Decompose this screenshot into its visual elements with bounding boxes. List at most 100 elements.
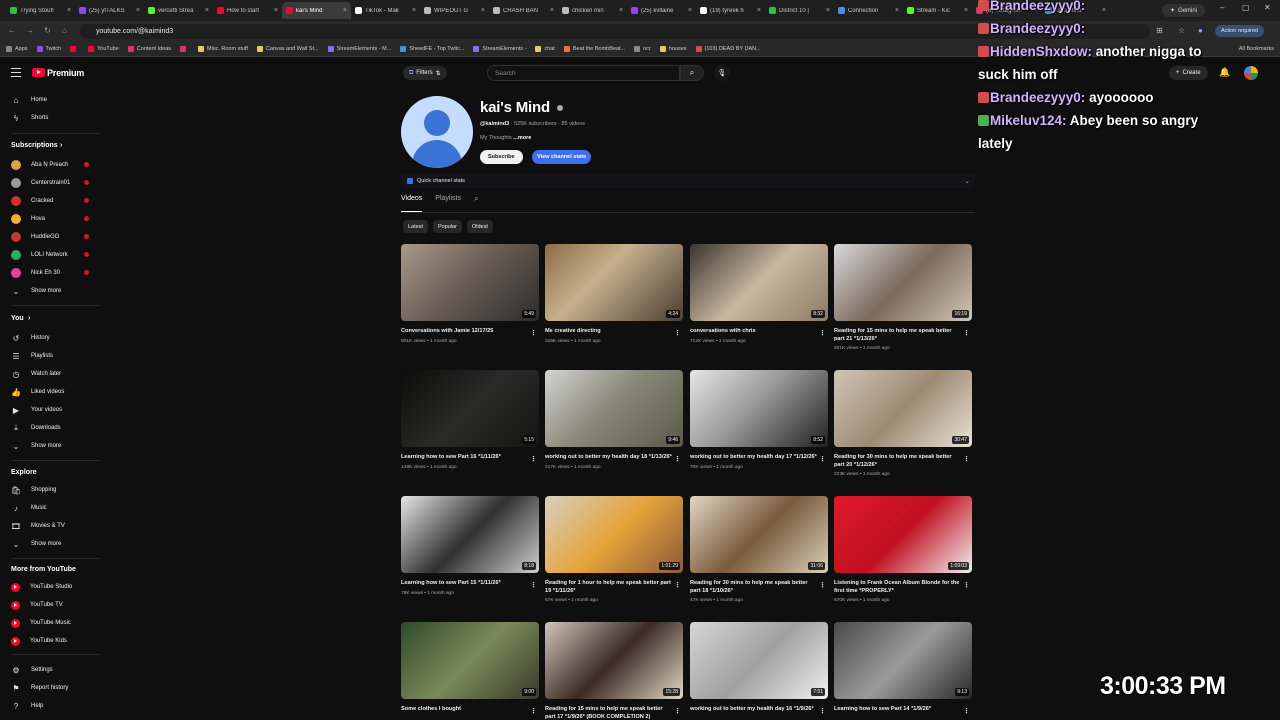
sidebar-item-more[interactable]: YouTube Music: [0, 615, 100, 631]
more-options-icon[interactable]: ⋮: [963, 455, 970, 463]
back-icon[interactable]: ←: [8, 26, 16, 35]
bookmark-item[interactable]: (103) DEAD BY DAN...: [695, 46, 761, 52]
bookmark-item[interactable]: Beat the BombBeat...: [563, 46, 625, 52]
bookmark-item[interactable]: Canvas and Wall St...: [256, 46, 319, 52]
video-card[interactable]: 1:01:29 Reading for 1 hour to help me spe…: [545, 496, 683, 603]
video-title[interactable]: Learning how to sew Part 16 *1/11/26*: [401, 454, 529, 462]
tab-close-icon[interactable]: ×: [688, 7, 692, 14]
sidebar-item-more[interactable]: YouTube TV: [0, 597, 100, 613]
chip-popular[interactable]: Popular: [432, 220, 462, 233]
chevron-down-icon[interactable]: ⌄: [964, 177, 970, 185]
sidebar-item-more[interactable]: YouTube Kids: [0, 633, 100, 649]
you-header[interactable]: You: [11, 315, 24, 322]
bookmark-item[interactable]: [180, 46, 189, 52]
sidebar-show-more[interactable]: ⌄ Show more: [0, 283, 100, 299]
bookmark-item[interactable]: [70, 46, 79, 52]
bookmark-item[interactable]: SheedFE - Top Twitc...: [400, 46, 464, 52]
video-thumbnail[interactable]: 1:01:29: [545, 496, 683, 573]
video-title[interactable]: working out to better my health day 17 *…: [690, 454, 818, 462]
browser-tab[interactable]: (25) ytTALKS ×: [75, 2, 144, 19]
tab-close-icon[interactable]: ×: [205, 7, 209, 14]
sidebar-item-shorts[interactable]: ϟ Shorts: [0, 110, 100, 126]
more-options-icon[interactable]: ⋮: [674, 581, 681, 589]
bookmark-item[interactable]: chat: [535, 46, 555, 52]
video-card[interactable]: 8:32 conversations with chris 712K views •…: [690, 244, 828, 344]
browser-tab[interactable]: Connection ×: [834, 2, 903, 19]
more-options-icon[interactable]: ⋮: [819, 329, 826, 337]
subscribe-button[interactable]: Subscribe: [480, 150, 523, 164]
bookmark-item[interactable]: ocr: [634, 46, 651, 52]
sidebar-item-you[interactable]: ☰ Playlists: [0, 348, 100, 364]
sidebar-item-footer[interactable]: ⚑ Report history: [0, 680, 100, 696]
more-options-icon[interactable]: ⋮: [530, 581, 537, 589]
video-card[interactable]: 8:52 working out to better my health day …: [690, 370, 828, 470]
browser-tab[interactable]: Stream - Kic ×: [903, 2, 972, 19]
video-title[interactable]: Learning how to sew Part 14 *1/9/26*: [834, 706, 962, 714]
video-thumbnail[interactable]: 9:00: [401, 622, 539, 699]
more-options-icon[interactable]: ⋮: [819, 455, 826, 463]
tab-close-icon[interactable]: ×: [826, 7, 830, 14]
search-input[interactable]: Search: [487, 65, 680, 81]
video-title[interactable]: Listening to Frank Ocean Album Blonde fo…: [834, 580, 962, 595]
browser-tab[interactable]: chicken min ×: [558, 2, 627, 19]
more-options-icon[interactable]: ⋮: [963, 329, 970, 337]
more-options-icon[interactable]: ⋮: [530, 455, 537, 463]
video-title[interactable]: working out to better my health day 16 *…: [690, 706, 818, 714]
tab-close-icon[interactable]: ×: [343, 7, 347, 14]
bookmark-item[interactable]: StreamElements - M...: [327, 46, 391, 52]
tab-close-icon[interactable]: ×: [481, 7, 485, 14]
sidebar-item-you[interactable]: ↺ History: [0, 330, 100, 346]
more-options-icon[interactable]: ⋮: [963, 581, 970, 589]
tab-close-icon[interactable]: ×: [412, 7, 416, 14]
quick-channel-stats-bar[interactable]: Quick channel stats ⌄: [401, 173, 975, 188]
explore-header[interactable]: Explore: [11, 469, 37, 476]
video-card[interactable]: 31:06 Reading for 30 mins to help me spea…: [690, 496, 828, 603]
sidebar-item-you[interactable]: 👍 Liked videos: [0, 384, 100, 400]
sidebar-item-footer[interactable]: ? Help: [0, 698, 100, 714]
chevron-right-icon[interactable]: ›: [28, 315, 30, 322]
browser-tab[interactable]: Trying Stouf! ×: [6, 2, 75, 19]
video-title[interactable]: Reading for 30 mins to help me speak bet…: [690, 580, 818, 595]
bookmark-item[interactable]: Apps: [6, 46, 28, 52]
video-thumbnail[interactable]: 5:15: [401, 370, 539, 447]
video-thumbnail[interactable]: 8:52: [690, 370, 828, 447]
bookmark-item[interactable]: Twitch: [36, 46, 61, 52]
view-channel-stats-button[interactable]: View channel stats: [532, 150, 592, 164]
sidebar-item-footer[interactable]: ⚙ Settings: [0, 662, 100, 678]
channel-search-icon[interactable]: ⌕: [474, 194, 478, 212]
video-title[interactable]: conversations with chris: [690, 328, 818, 336]
tab-close-icon[interactable]: ×: [757, 7, 761, 14]
browser-tab[interactable]: (19) tyreek h ×: [696, 2, 765, 19]
video-card[interactable]: 5:49 Conversations with Jamie 12/17/25 801…: [401, 244, 539, 344]
bookmark-item[interactable]: Content Ideas: [127, 46, 171, 52]
video-thumbnail[interactable]: 8:18: [401, 496, 539, 573]
tab-close-icon[interactable]: ×: [964, 7, 968, 14]
chevron-right-icon[interactable]: ›: [60, 142, 62, 149]
chip-oldest[interactable]: Oldest: [466, 220, 493, 233]
channel-description[interactable]: My Thoughts ...more: [480, 135, 531, 141]
video-thumbnail[interactable]: 9:46: [545, 370, 683, 447]
more-from-youtube-header[interactable]: More from YouTube: [11, 566, 76, 573]
sidebar-item-you[interactable]: ▶ Your videos: [0, 402, 100, 418]
video-thumbnail[interactable]: 31:06: [690, 496, 828, 573]
premium-logo-text[interactable]: Premium: [47, 68, 84, 78]
video-thumbnail[interactable]: 16:19: [834, 244, 972, 321]
sidebar-item-home[interactable]: ⌂ Home: [0, 92, 100, 108]
video-card[interactable]: 15:28 Reading for 15 mins to help me spea…: [545, 622, 683, 720]
browser-tab[interactable]: How to start ×: [213, 2, 282, 19]
video-thumbnail[interactable]: 5:49: [401, 244, 539, 321]
tab-close-icon[interactable]: ×: [67, 7, 71, 14]
video-thumbnail[interactable]: 15:28: [545, 622, 683, 699]
video-thumbnail[interactable]: 7:51: [690, 622, 828, 699]
subscriptions-header[interactable]: Subscriptions: [11, 142, 58, 149]
youtube-logo-icon[interactable]: [32, 68, 45, 77]
video-title[interactable]: Learning how to sew Part 15 *1/11/26*: [401, 580, 529, 588]
more-options-icon[interactable]: ⋮: [530, 707, 537, 715]
browser-tab[interactable]: TikTok - Mak ×: [351, 2, 420, 19]
video-thumbnail[interactable]: 1:09:03: [834, 496, 972, 573]
video-card[interactable]: 9:13 Learning how to sew Part 14 *1/9/26*…: [834, 622, 972, 717]
video-title[interactable]: Conversations with Jamie 12/17/25: [401, 328, 529, 336]
browser-tab[interactable]: CRASH BAN ×: [489, 2, 558, 19]
more-options-icon[interactable]: ⋮: [674, 329, 681, 337]
bookmark-item[interactable]: YouTube: [88, 46, 119, 52]
